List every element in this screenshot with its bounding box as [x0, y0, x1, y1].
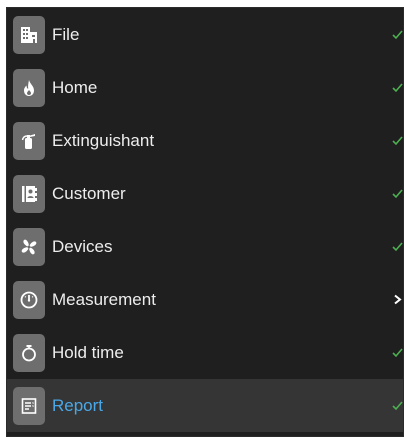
nav-menu: File Home Extinguishant Customer Devices… — [7, 8, 403, 432]
nav-item-customer[interactable]: Customer — [7, 167, 403, 220]
check-icon — [391, 8, 403, 61]
side-navigation: File Home Extinguishant Customer Devices… — [6, 7, 404, 437]
nav-item-label: Customer — [52, 184, 126, 203]
check-icon — [391, 326, 403, 379]
contact-book-icon — [13, 175, 45, 213]
stopwatch-icon — [13, 334, 45, 372]
check-icon — [391, 220, 403, 273]
nav-item-measurement[interactable]: Measurement — [7, 273, 403, 326]
check-icon — [391, 379, 403, 432]
check-icon — [391, 167, 403, 220]
nav-item-label: Home — [52, 78, 98, 97]
check-icon — [391, 114, 403, 167]
nav-item-devices[interactable]: Devices — [7, 220, 403, 273]
flame-icon — [13, 69, 45, 107]
nav-item-label: Measurement — [52, 290, 156, 309]
fire-extinguisher-icon — [13, 122, 45, 160]
building-icon — [13, 16, 45, 54]
nav-item-label: File — [52, 25, 80, 44]
nav-item-label: Report — [52, 396, 104, 415]
nav-item-file[interactable]: File — [7, 8, 403, 61]
nav-item-extinguishant[interactable]: Extinguishant — [7, 114, 403, 167]
nav-item-home[interactable]: Home — [7, 61, 403, 114]
nav-item-report[interactable]: Report — [7, 379, 403, 432]
nav-item-label: Devices — [52, 237, 113, 256]
chevron-right-icon — [391, 273, 403, 326]
gauge-icon — [13, 281, 45, 319]
nav-item-hold-time[interactable]: Hold time — [7, 326, 403, 379]
check-icon — [391, 61, 403, 114]
nav-item-label: Extinguishant — [52, 131, 155, 150]
fan-icon — [13, 228, 45, 266]
nav-item-label: Hold time — [52, 343, 124, 362]
report-icon — [13, 387, 45, 425]
